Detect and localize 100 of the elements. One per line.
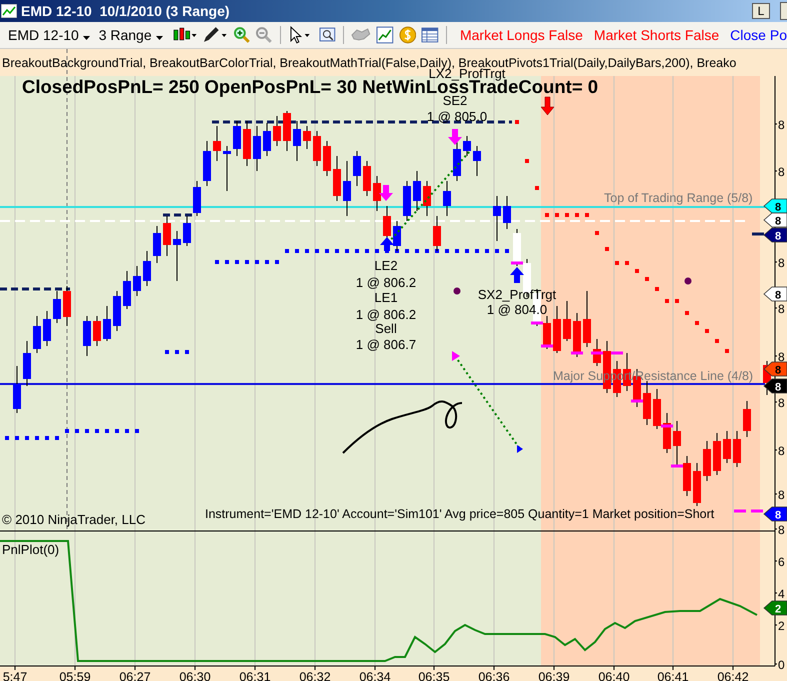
axis-label: 4 — [778, 587, 785, 601]
time-label: 06:32 — [299, 670, 331, 681]
period-dropdown[interactable]: 3 Range — [98, 27, 167, 43]
dot-icon — [454, 288, 460, 294]
dot-icon — [684, 278, 692, 284]
candle — [213, 126, 221, 162]
candle — [163, 216, 171, 256]
candle — [733, 430, 741, 468]
value-marker: 2 — [763, 600, 787, 616]
coin-icon[interactable] — [398, 26, 416, 44]
price-marker: 8 — [763, 212, 787, 228]
time-label: 06:40 — [598, 670, 630, 681]
candle — [373, 176, 381, 212]
arrow-icon — [380, 237, 394, 251]
time-label: 06:35 — [418, 670, 450, 681]
candle — [303, 126, 311, 150]
candle — [363, 160, 371, 196]
axis-label: 8 — [778, 396, 785, 410]
caret-icon — [82, 36, 90, 40]
candle — [693, 462, 701, 506]
trade-label: 1 @ 806.2 — [356, 275, 416, 290]
candle — [23, 340, 31, 386]
axis-label: 8 — [778, 523, 785, 537]
bar-mark — [571, 352, 583, 354]
candle — [573, 312, 581, 358]
candle — [413, 170, 421, 212]
candle — [513, 228, 521, 266]
candle — [53, 290, 61, 324]
bar-mark — [661, 424, 673, 428]
axis-label: 8 — [778, 256, 785, 270]
time-label: 06:39 — [538, 670, 570, 681]
candle — [63, 286, 71, 326]
pane-title: PnlPlot(0) — [2, 542, 60, 557]
candle — [343, 160, 351, 216]
price-marker: 8 — [763, 286, 787, 302]
chart-icon — [1, 4, 17, 18]
candle — [563, 300, 571, 342]
table-icon[interactable] — [421, 26, 439, 44]
candle — [743, 400, 751, 438]
status-label: Market Longs False — [460, 27, 583, 43]
trade-label: 1 @ 806.7 — [356, 337, 416, 352]
window-button-edge[interactable] — [780, 2, 787, 20]
status-label: Close Po — [730, 27, 787, 43]
pivot-line — [163, 214, 195, 216]
candle — [103, 306, 111, 342]
candle — [153, 226, 161, 264]
candle — [203, 140, 211, 186]
candle — [113, 290, 121, 332]
candle — [253, 126, 261, 172]
time-label: 06:42 — [717, 670, 749, 681]
trade-label: LE2 — [374, 258, 398, 273]
zoom-out-icon[interactable] — [255, 26, 274, 44]
bar-mark — [631, 400, 643, 402]
trade-label: Sell — [375, 321, 397, 336]
candle — [493, 196, 501, 242]
bar-mark — [611, 352, 623, 354]
candle — [453, 140, 461, 182]
candle — [43, 310, 51, 346]
candle — [243, 120, 251, 166]
caret-icon — [156, 36, 163, 40]
copyright: © 2010 NinjaTrader, LLC — [2, 512, 146, 527]
trade-label: LE1 — [374, 290, 398, 305]
time-label: 06:27 — [119, 670, 151, 681]
candle — [313, 130, 321, 166]
pivot-line — [752, 232, 764, 236]
time-label: 06:30 — [179, 670, 211, 681]
bar-mark — [541, 344, 553, 348]
candle — [93, 316, 101, 346]
candle — [223, 146, 231, 192]
zoom-box-icon[interactable] — [318, 26, 336, 44]
axis-label: 8 — [778, 118, 785, 132]
candle — [293, 120, 301, 162]
candle — [273, 116, 281, 146]
axis-label: 8 — [778, 488, 785, 502]
candle — [283, 110, 291, 152]
zoom-in-icon[interactable] — [232, 26, 250, 44]
candle — [503, 196, 511, 230]
trade-label: SE2 — [442, 93, 468, 108]
bar-mark — [591, 352, 603, 354]
candle — [433, 216, 441, 252]
axis-label: 6 — [778, 555, 785, 569]
indicator-list: BreakoutBackgroundTrial, BreakoutBarColorTrial, BreakoutMathTrial(False,Daily), BreakoutPivots1Trial(Daily,DailyBars,200), Breako — [2, 56, 736, 70]
candle — [193, 180, 201, 216]
arrow-icon — [540, 96, 554, 116]
candle — [723, 430, 731, 464]
time-label: 06:41 — [657, 670, 689, 681]
arrow-icon — [448, 129, 462, 145]
instrument-dropdown[interactable]: EMD 12-10 — [8, 27, 94, 43]
status-label: Market Shorts False — [594, 27, 720, 43]
candle — [673, 420, 681, 466]
price-marker: 8 — [763, 362, 787, 376]
price-marker: 8 — [763, 378, 787, 394]
trade-label: 1 @ 804.0 — [486, 302, 548, 317]
bar-mark — [671, 464, 683, 468]
line-chart-icon[interactable] — [376, 26, 394, 44]
candle — [233, 120, 241, 156]
triangle-icon — [517, 445, 523, 453]
pencil-icon[interactable] — [202, 26, 228, 44]
window-button[interactable]: L — [752, 3, 770, 19]
candle — [393, 220, 401, 252]
